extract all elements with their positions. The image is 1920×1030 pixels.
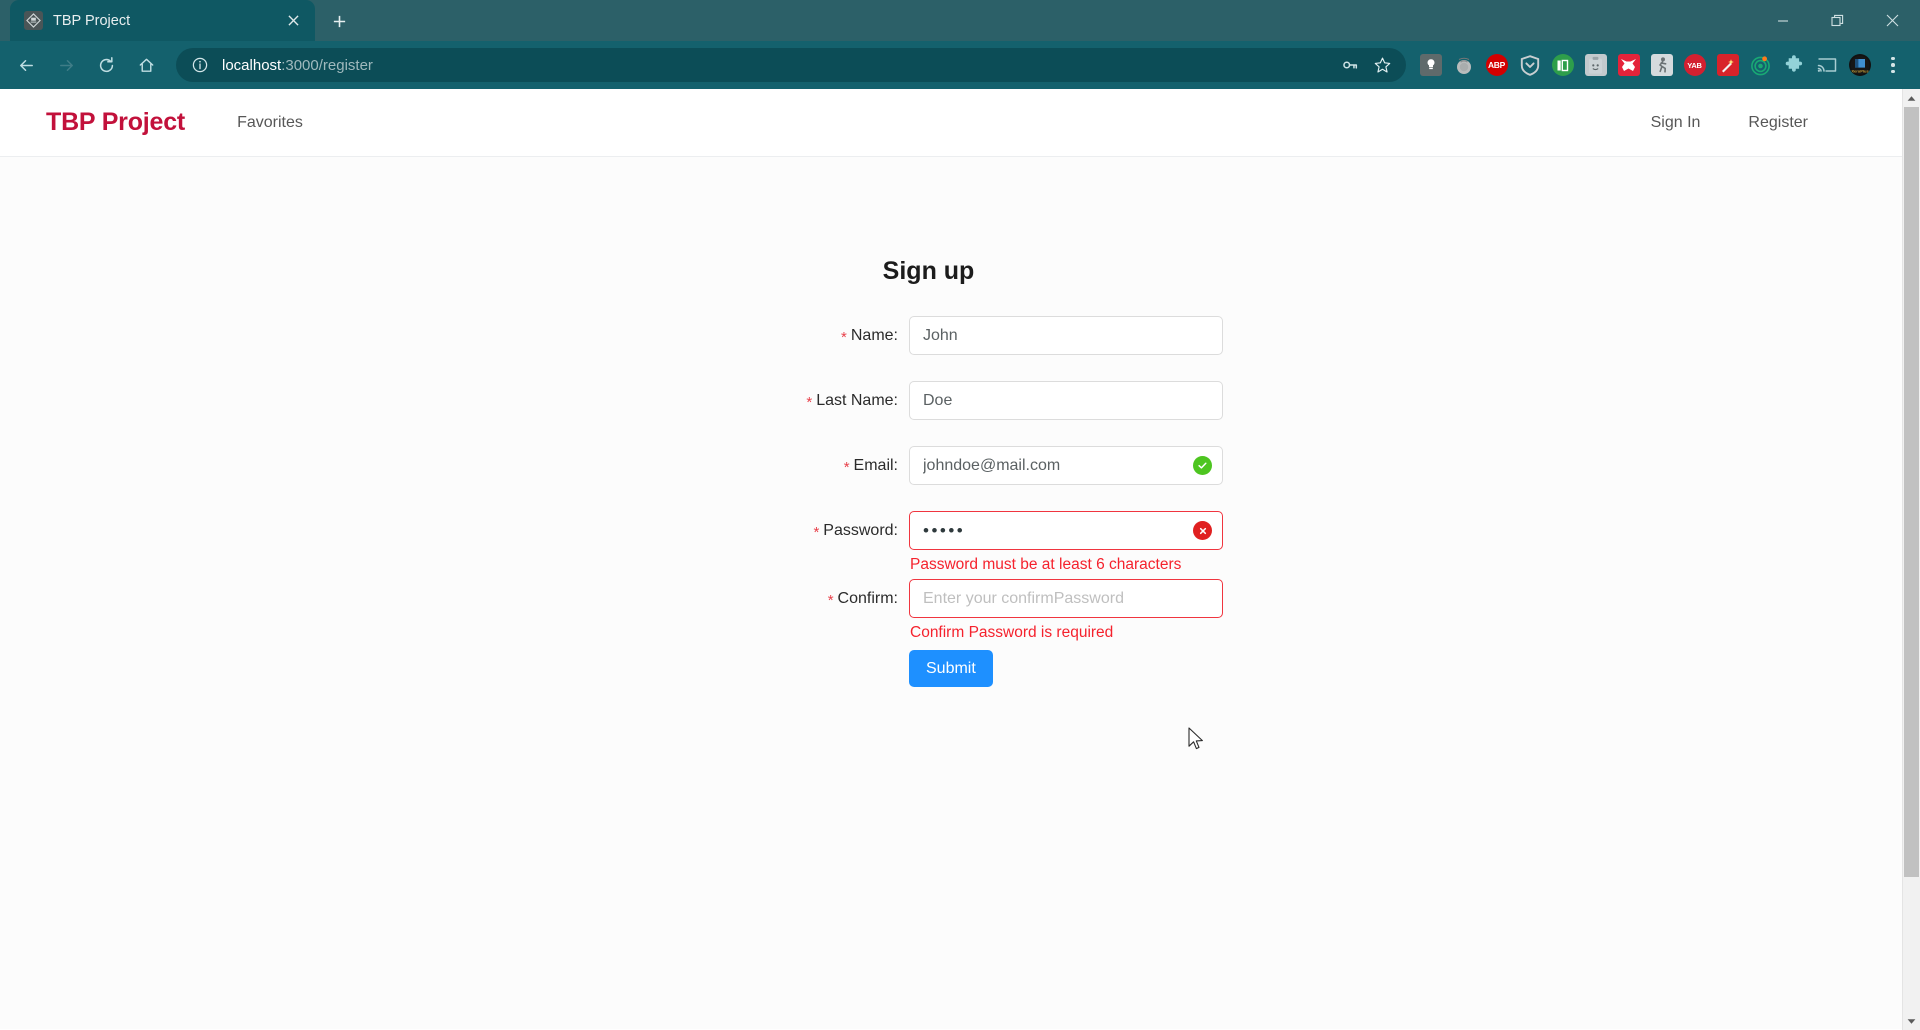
address-bar[interactable]: localhost:3000/register xyxy=(176,48,1406,82)
browser-tab[interactable]: TBP Project xyxy=(10,0,315,41)
extension-magic-wand-icon[interactable] xyxy=(1711,45,1744,85)
svg-text:XeroPlus: XeroPlus xyxy=(1851,68,1869,73)
key-icon[interactable] xyxy=(1334,50,1366,80)
form-row-email: * Email: johndoe@mail.com xyxy=(0,446,1902,485)
label-email: * Email: xyxy=(679,446,909,485)
nav-link-sign-in[interactable]: Sign In xyxy=(1651,114,1701,132)
label-password: * Password: xyxy=(679,511,909,550)
scrollbar-thumb[interactable] xyxy=(1904,107,1919,877)
field-col-password: ••••• Password must be at least 6 charac… xyxy=(909,511,1223,574)
form-row-confirm-password: * Confirm: Enter your confirmPassword Con… xyxy=(0,579,1902,687)
extensions-bar: ABP YAB XeroPlus xyxy=(1414,45,1876,85)
omnibox-actions xyxy=(1334,50,1398,80)
browser-tab-strip: TBP Project xyxy=(0,0,1920,41)
three-dots-menu-icon[interactable] xyxy=(1878,45,1908,85)
email-input-value: johndoe@mail.com xyxy=(923,456,1061,474)
field-col-name: John xyxy=(909,316,1223,355)
page-body: Sign up * Name: John * Last Name: Doe * … xyxy=(0,157,1902,1029)
last-name-input[interactable]: Doe xyxy=(909,381,1223,420)
address-bar-url: localhost:3000/register xyxy=(222,57,1334,74)
site-brand-logo[interactable]: TBP Project xyxy=(46,108,185,137)
field-col-confirm-password: Enter your confirmPassword Confirm Passw… xyxy=(909,579,1223,687)
reload-icon[interactable] xyxy=(86,45,126,85)
page-viewport: TBP Project Favorites Sign In Register S… xyxy=(0,89,1920,1030)
required-asterisk-icon: * xyxy=(841,329,847,346)
form-row-password: * Password: ••••• Password must be at lea… xyxy=(0,511,1902,574)
label-email-text: Email: xyxy=(853,457,898,474)
field-col-email: johndoe@mail.com xyxy=(909,446,1223,485)
label-password-text: Password: xyxy=(823,522,898,539)
tab-title: TBP Project xyxy=(53,12,131,29)
password-input[interactable]: ••••• xyxy=(909,511,1223,550)
home-icon[interactable] xyxy=(126,45,166,85)
navbar-links-right: Sign In Register xyxy=(1651,114,1860,132)
name-input-value: John xyxy=(923,326,958,344)
password-input-value: ••••• xyxy=(923,520,966,540)
window-close-button[interactable] xyxy=(1865,0,1920,41)
web-page: TBP Project Favorites Sign In Register S… xyxy=(0,89,1902,1030)
field-col-last-name: Doe xyxy=(909,381,1223,420)
site-info-icon[interactable] xyxy=(189,54,211,76)
nav-link-favorites[interactable]: Favorites xyxy=(237,114,303,132)
required-asterisk-icon: * xyxy=(827,592,834,609)
forward-arrow-icon xyxy=(46,45,86,85)
bookmark-star-icon[interactable] xyxy=(1366,50,1398,80)
nav-link-register[interactable]: Register xyxy=(1748,114,1808,132)
extension-pocket-shield-icon[interactable] xyxy=(1513,45,1546,85)
required-asterisk-icon: * xyxy=(806,394,813,411)
profile-avatar-icon[interactable]: XeroPlus xyxy=(1843,45,1876,85)
navbar-links-left: Favorites xyxy=(237,114,303,132)
confirm-password-placeholder: Enter your confirmPassword xyxy=(923,589,1124,607)
label-confirm-password: * Confirm: xyxy=(679,579,909,618)
site-navbar: TBP Project Favorites Sign In Register xyxy=(0,89,1902,157)
window-controls xyxy=(1755,0,1920,41)
url-path: :3000/register xyxy=(281,56,373,74)
tab-close-icon[interactable] xyxy=(281,9,305,33)
extension-split-screen-icon[interactable] xyxy=(1546,45,1579,85)
form-row-name: * Name: John xyxy=(0,316,1902,355)
required-asterisk-icon: * xyxy=(843,459,850,476)
browser-toolbar: localhost:3000/register ABP YAB XeroPlus xyxy=(0,41,1920,89)
browser-window: TBP Project localhost:3000/register ABP … xyxy=(0,0,1920,1030)
page-scrollbar[interactable] xyxy=(1902,89,1920,1030)
new-tab-button[interactable] xyxy=(324,6,354,36)
label-name-text: Name: xyxy=(850,327,898,344)
label-last-name: * Last Name: xyxy=(679,381,909,420)
extension-runner-icon[interactable] xyxy=(1645,45,1678,85)
scroll-down-arrow-icon[interactable] xyxy=(1903,1012,1920,1030)
submit-button[interactable]: Submit xyxy=(909,650,993,687)
extension-clipboard-face-icon[interactable] xyxy=(1579,45,1612,85)
extension-yab-icon[interactable]: YAB xyxy=(1678,45,1711,85)
label-name: * Name: xyxy=(679,316,909,355)
window-restore-button[interactable] xyxy=(1810,0,1865,41)
confirm-password-input[interactable]: Enter your confirmPassword xyxy=(909,579,1223,618)
cast-icon[interactable] xyxy=(1810,45,1843,85)
password-error-message: Password must be at least 6 characters xyxy=(910,556,1182,573)
tab-favicon-icon xyxy=(24,11,43,30)
name-input[interactable]: John xyxy=(909,316,1223,355)
extension-metamask-fox-icon[interactable] xyxy=(1612,45,1645,85)
label-last-name-text: Last Name: xyxy=(816,392,898,409)
required-asterisk-icon: * xyxy=(813,524,820,541)
form-row-last-name: * Last Name: Doe xyxy=(0,381,1902,420)
extension-target-rings-icon[interactable] xyxy=(1744,45,1777,85)
check-circle-icon xyxy=(1193,456,1212,475)
window-minimize-button[interactable] xyxy=(1755,0,1810,41)
url-host: localhost xyxy=(222,56,282,74)
confirm-password-error-message: Confirm Password is required xyxy=(910,624,1114,641)
extension-adblock-plus-icon[interactable]: ABP xyxy=(1480,45,1513,85)
email-input[interactable]: johndoe@mail.com xyxy=(909,446,1223,485)
page-title: Sign up xyxy=(882,257,975,285)
scroll-up-arrow-icon[interactable] xyxy=(1903,89,1920,107)
extensions-puzzle-icon[interactable] xyxy=(1777,45,1810,85)
label-confirm-password-text: Confirm: xyxy=(837,590,898,607)
extension-lightbulb-note-icon[interactable] xyxy=(1414,45,1447,85)
last-name-input-value: Doe xyxy=(923,391,953,409)
error-circle-icon xyxy=(1193,521,1212,540)
back-arrow-icon[interactable] xyxy=(6,45,46,85)
extension-tomato-timer-icon[interactable] xyxy=(1447,45,1480,85)
